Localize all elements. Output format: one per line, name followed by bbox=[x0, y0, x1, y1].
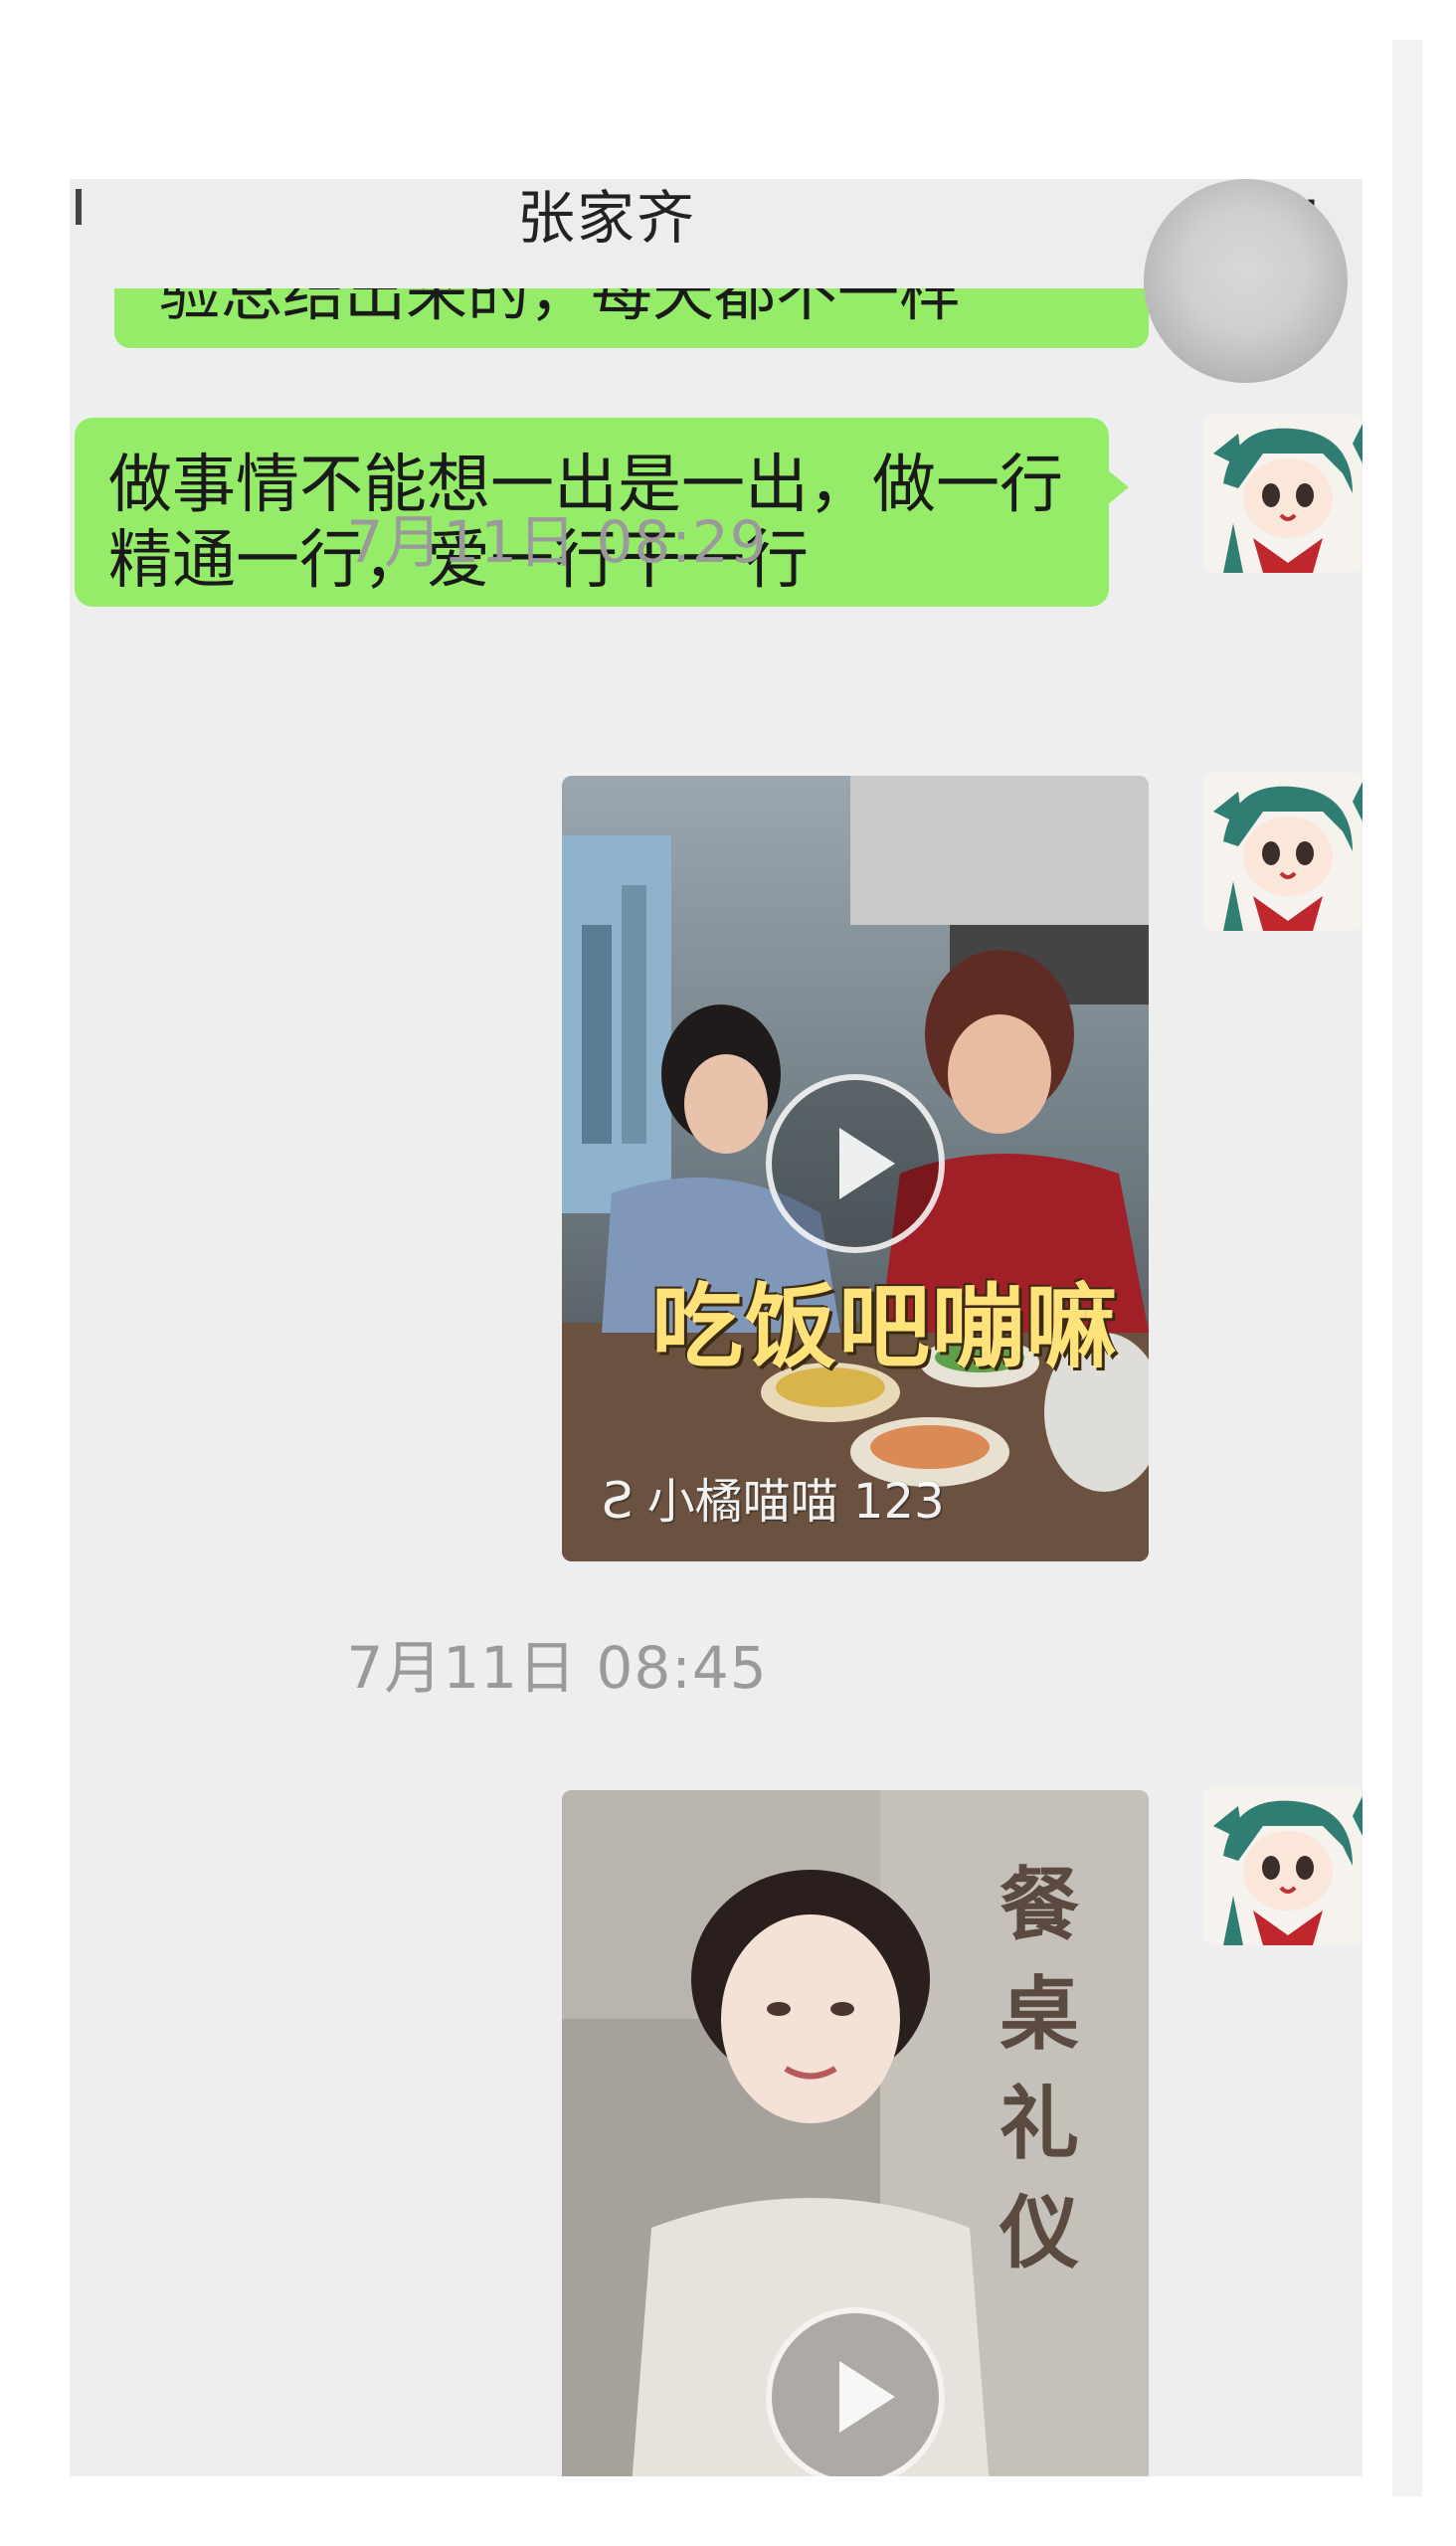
anime-avatar-icon bbox=[1203, 772, 1363, 931]
chat-title: 张家齐 bbox=[517, 184, 697, 252]
floating-overlay-circle[interactable] bbox=[1144, 179, 1348, 383]
play-icon[interactable] bbox=[766, 1074, 945, 1253]
butterfly-logo-icon: Ƨ bbox=[602, 1472, 634, 1530]
chat-screen: 张家齐 ··· 验总结出来的，每天都不一样 做事情不能想一出是一出，做一行精通一… bbox=[70, 179, 1363, 2476]
anime-avatar-icon bbox=[1203, 414, 1363, 573]
back-icon[interactable] bbox=[76, 189, 82, 225]
timestamp: 7月11日 08:29 bbox=[346, 508, 768, 576]
timestamp: 7月11日 08:45 bbox=[346, 1634, 768, 1702]
video-caption: 餐桌礼仪 bbox=[1000, 1858, 1079, 2279]
anime-avatar-icon bbox=[1203, 1786, 1363, 1945]
avatar[interactable] bbox=[1203, 414, 1363, 573]
right-edge-strip bbox=[1392, 40, 1422, 2496]
video-caption: 吃饭吧嘣嘛 bbox=[651, 1274, 1120, 1380]
video-watermark: Ƨ 小橘喵喵 123 bbox=[602, 1462, 945, 1532]
avatar[interactable] bbox=[1203, 772, 1363, 931]
play-icon[interactable] bbox=[766, 2307, 945, 2476]
avatar[interactable] bbox=[1203, 1786, 1363, 1945]
video-message[interactable]: 餐桌礼仪 bbox=[562, 1790, 1149, 2476]
video-message[interactable]: 吃饭吧嘣嘛 Ƨ 小橘喵喵 123 bbox=[562, 776, 1149, 1561]
watermark-text: 小橘喵喵 123 bbox=[646, 1474, 945, 1530]
